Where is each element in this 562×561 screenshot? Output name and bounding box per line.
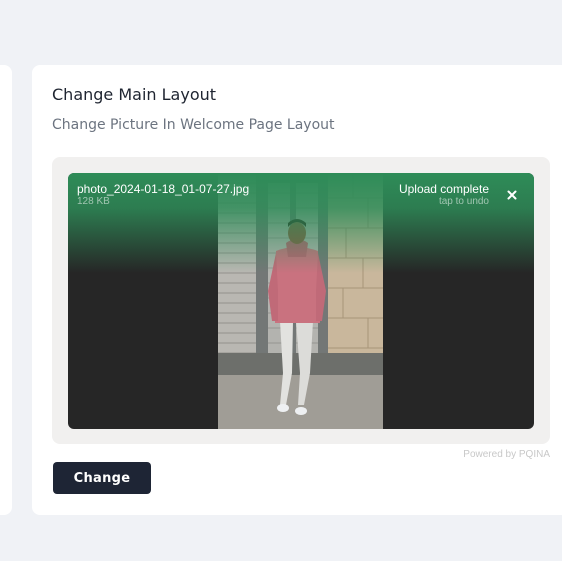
card-subtitle: Change Picture In Welcome Page Layout <box>52 117 335 133</box>
undo-hint[interactable]: tap to undo <box>439 196 489 207</box>
file-size: 128 KB <box>77 196 110 207</box>
close-icon <box>507 190 517 200</box>
upload-status: Upload complete <box>398 182 489 196</box>
card-title: Change Main Layout <box>52 85 217 104</box>
file-name: photo_2024-01-18_01-07-27.jpg <box>77 182 250 196</box>
file-upload-dropzone[interactable]: photo_2024-01-18_01-07-27.jpg 128 KB Upl… <box>52 157 550 444</box>
previous-card <box>0 65 12 515</box>
main-layout-card: Change Main Layout Change Picture In Wel… <box>32 65 562 515</box>
uploaded-file-item: photo_2024-01-18_01-07-27.jpg 128 KB Upl… <box>68 173 534 429</box>
image-preview <box>218 173 383 429</box>
change-button[interactable]: Change <box>53 462 151 494</box>
remove-file-button[interactable] <box>502 185 522 205</box>
powered-by-credit[interactable]: Powered by PQINA <box>463 449 550 460</box>
